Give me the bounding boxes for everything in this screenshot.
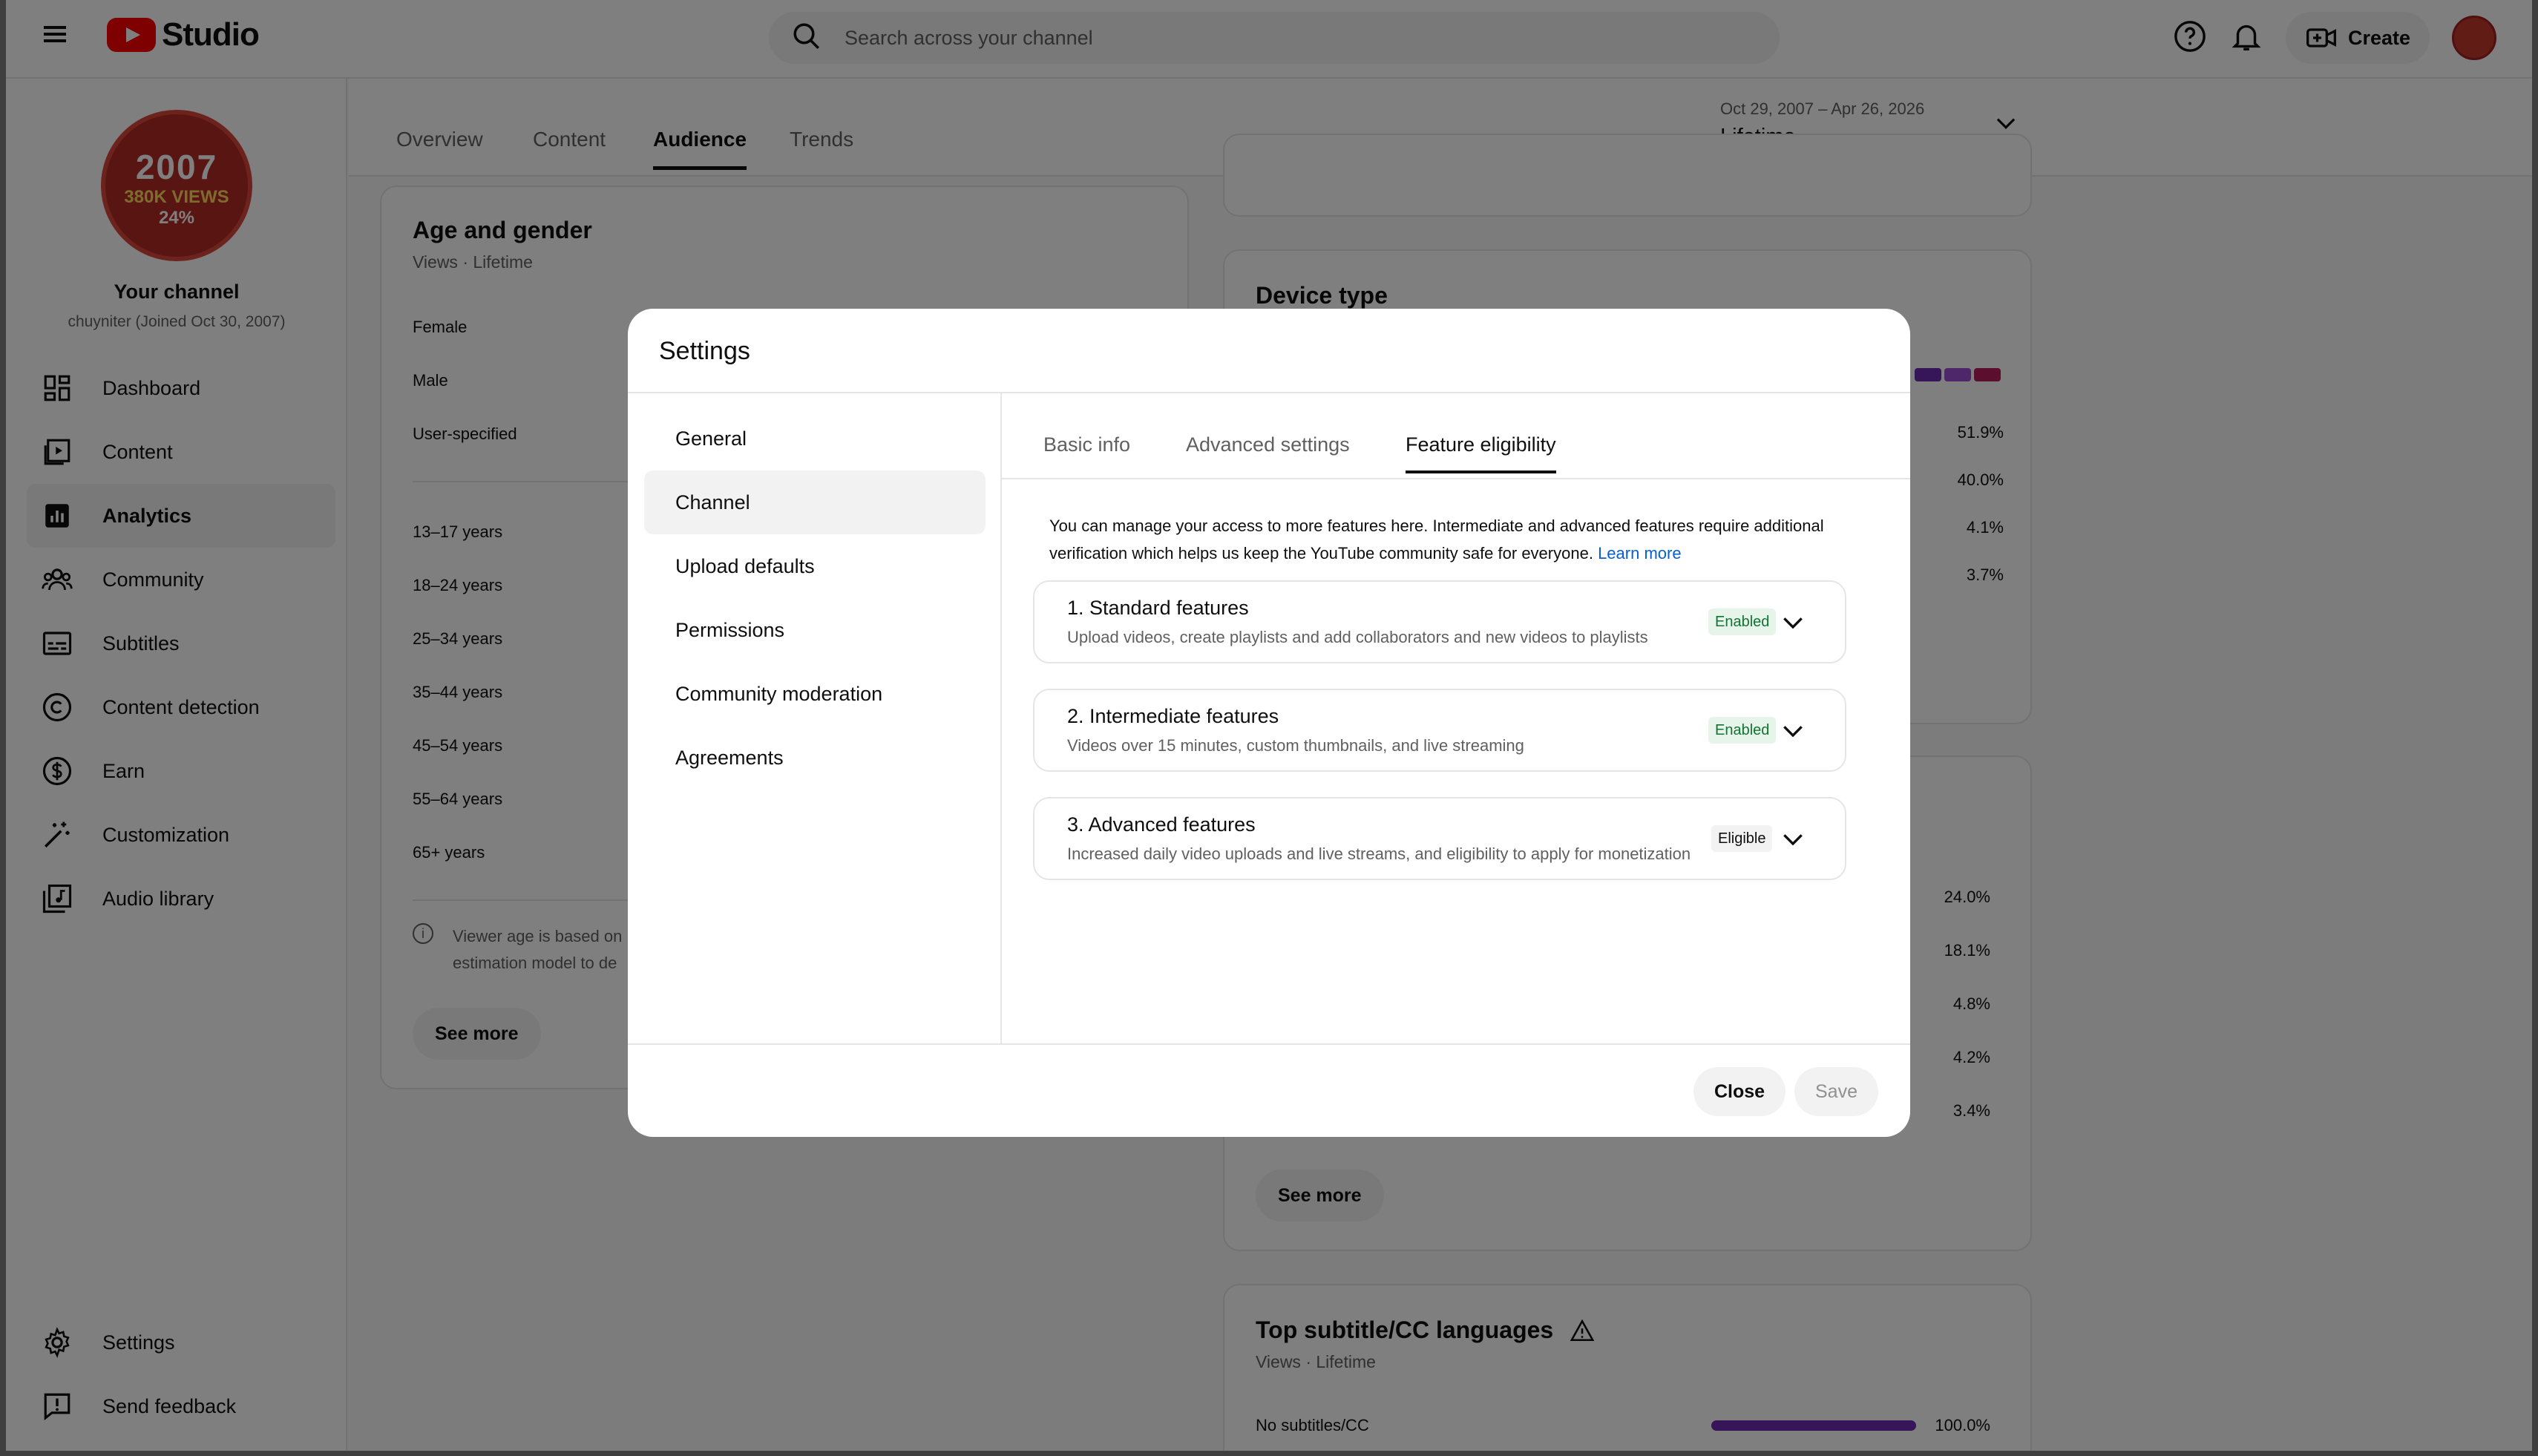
feature-standard[interactable]: 1. Standard features Upload videos, crea…	[1033, 580, 1846, 663]
feature-description: Upload videos, create playlists and add …	[1067, 628, 1648, 646]
feature-title: 2. Intermediate features	[1067, 705, 1279, 727]
feature-eligibility-intro: You can manage your access to more featu…	[1049, 512, 1829, 567]
feature-description: Videos over 15 minutes, custom thumbnail…	[1067, 736, 1524, 755]
feature-intermediate[interactable]: 2. Intermediate features Videos over 15 …	[1033, 689, 1846, 772]
settings-nav-upload-defaults[interactable]: Upload defaults	[644, 534, 986, 598]
divider	[1002, 478, 1910, 479]
chevron-down-icon[interactable]	[1778, 609, 1808, 638]
learn-more-link[interactable]: Learn more	[1598, 544, 1682, 563]
settings-nav-agreements[interactable]: Agreements	[644, 726, 986, 790]
dialog-title: Settings	[659, 337, 750, 365]
feature-description: Increased daily video uploads and live s…	[1067, 845, 1691, 863]
feature-advanced[interactable]: 3. Advanced features Increased daily vid…	[1033, 797, 1846, 880]
tab-feature-eligibility[interactable]: Feature eligibility	[1406, 433, 1556, 473]
tab-advanced-settings[interactable]: Advanced settings	[1186, 433, 1350, 456]
status-badge: Eligible	[1711, 825, 1773, 852]
intro-text: You can manage your access to more featu…	[1049, 517, 1824, 563]
tab-basic-info[interactable]: Basic info	[1043, 433, 1130, 456]
settings-nav-community-moderation[interactable]: Community moderation	[644, 662, 986, 726]
feature-title: 1. Standard features	[1067, 597, 1249, 619]
chevron-down-icon[interactable]	[1778, 717, 1808, 747]
chevron-down-icon[interactable]	[1778, 825, 1808, 855]
divider	[628, 1043, 1910, 1045]
settings-nav-permissions[interactable]: Permissions	[644, 598, 986, 662]
save-button[interactable]: Save	[1794, 1067, 1878, 1116]
feature-title: 3. Advanced features	[1067, 813, 1256, 836]
settings-nav-channel[interactable]: Channel	[644, 470, 986, 534]
close-button[interactable]: Close	[1693, 1067, 1786, 1116]
settings-nav: General Channel Upload defaults Permissi…	[644, 407, 986, 790]
settings-nav-general[interactable]: General	[644, 407, 986, 470]
settings-dialog: Settings General Channel Upload defaults…	[628, 309, 1910, 1137]
divider	[1000, 393, 1002, 1043]
status-badge: Enabled	[1708, 717, 1777, 744]
status-badge: Enabled	[1708, 609, 1777, 635]
divider	[628, 392, 1910, 393]
